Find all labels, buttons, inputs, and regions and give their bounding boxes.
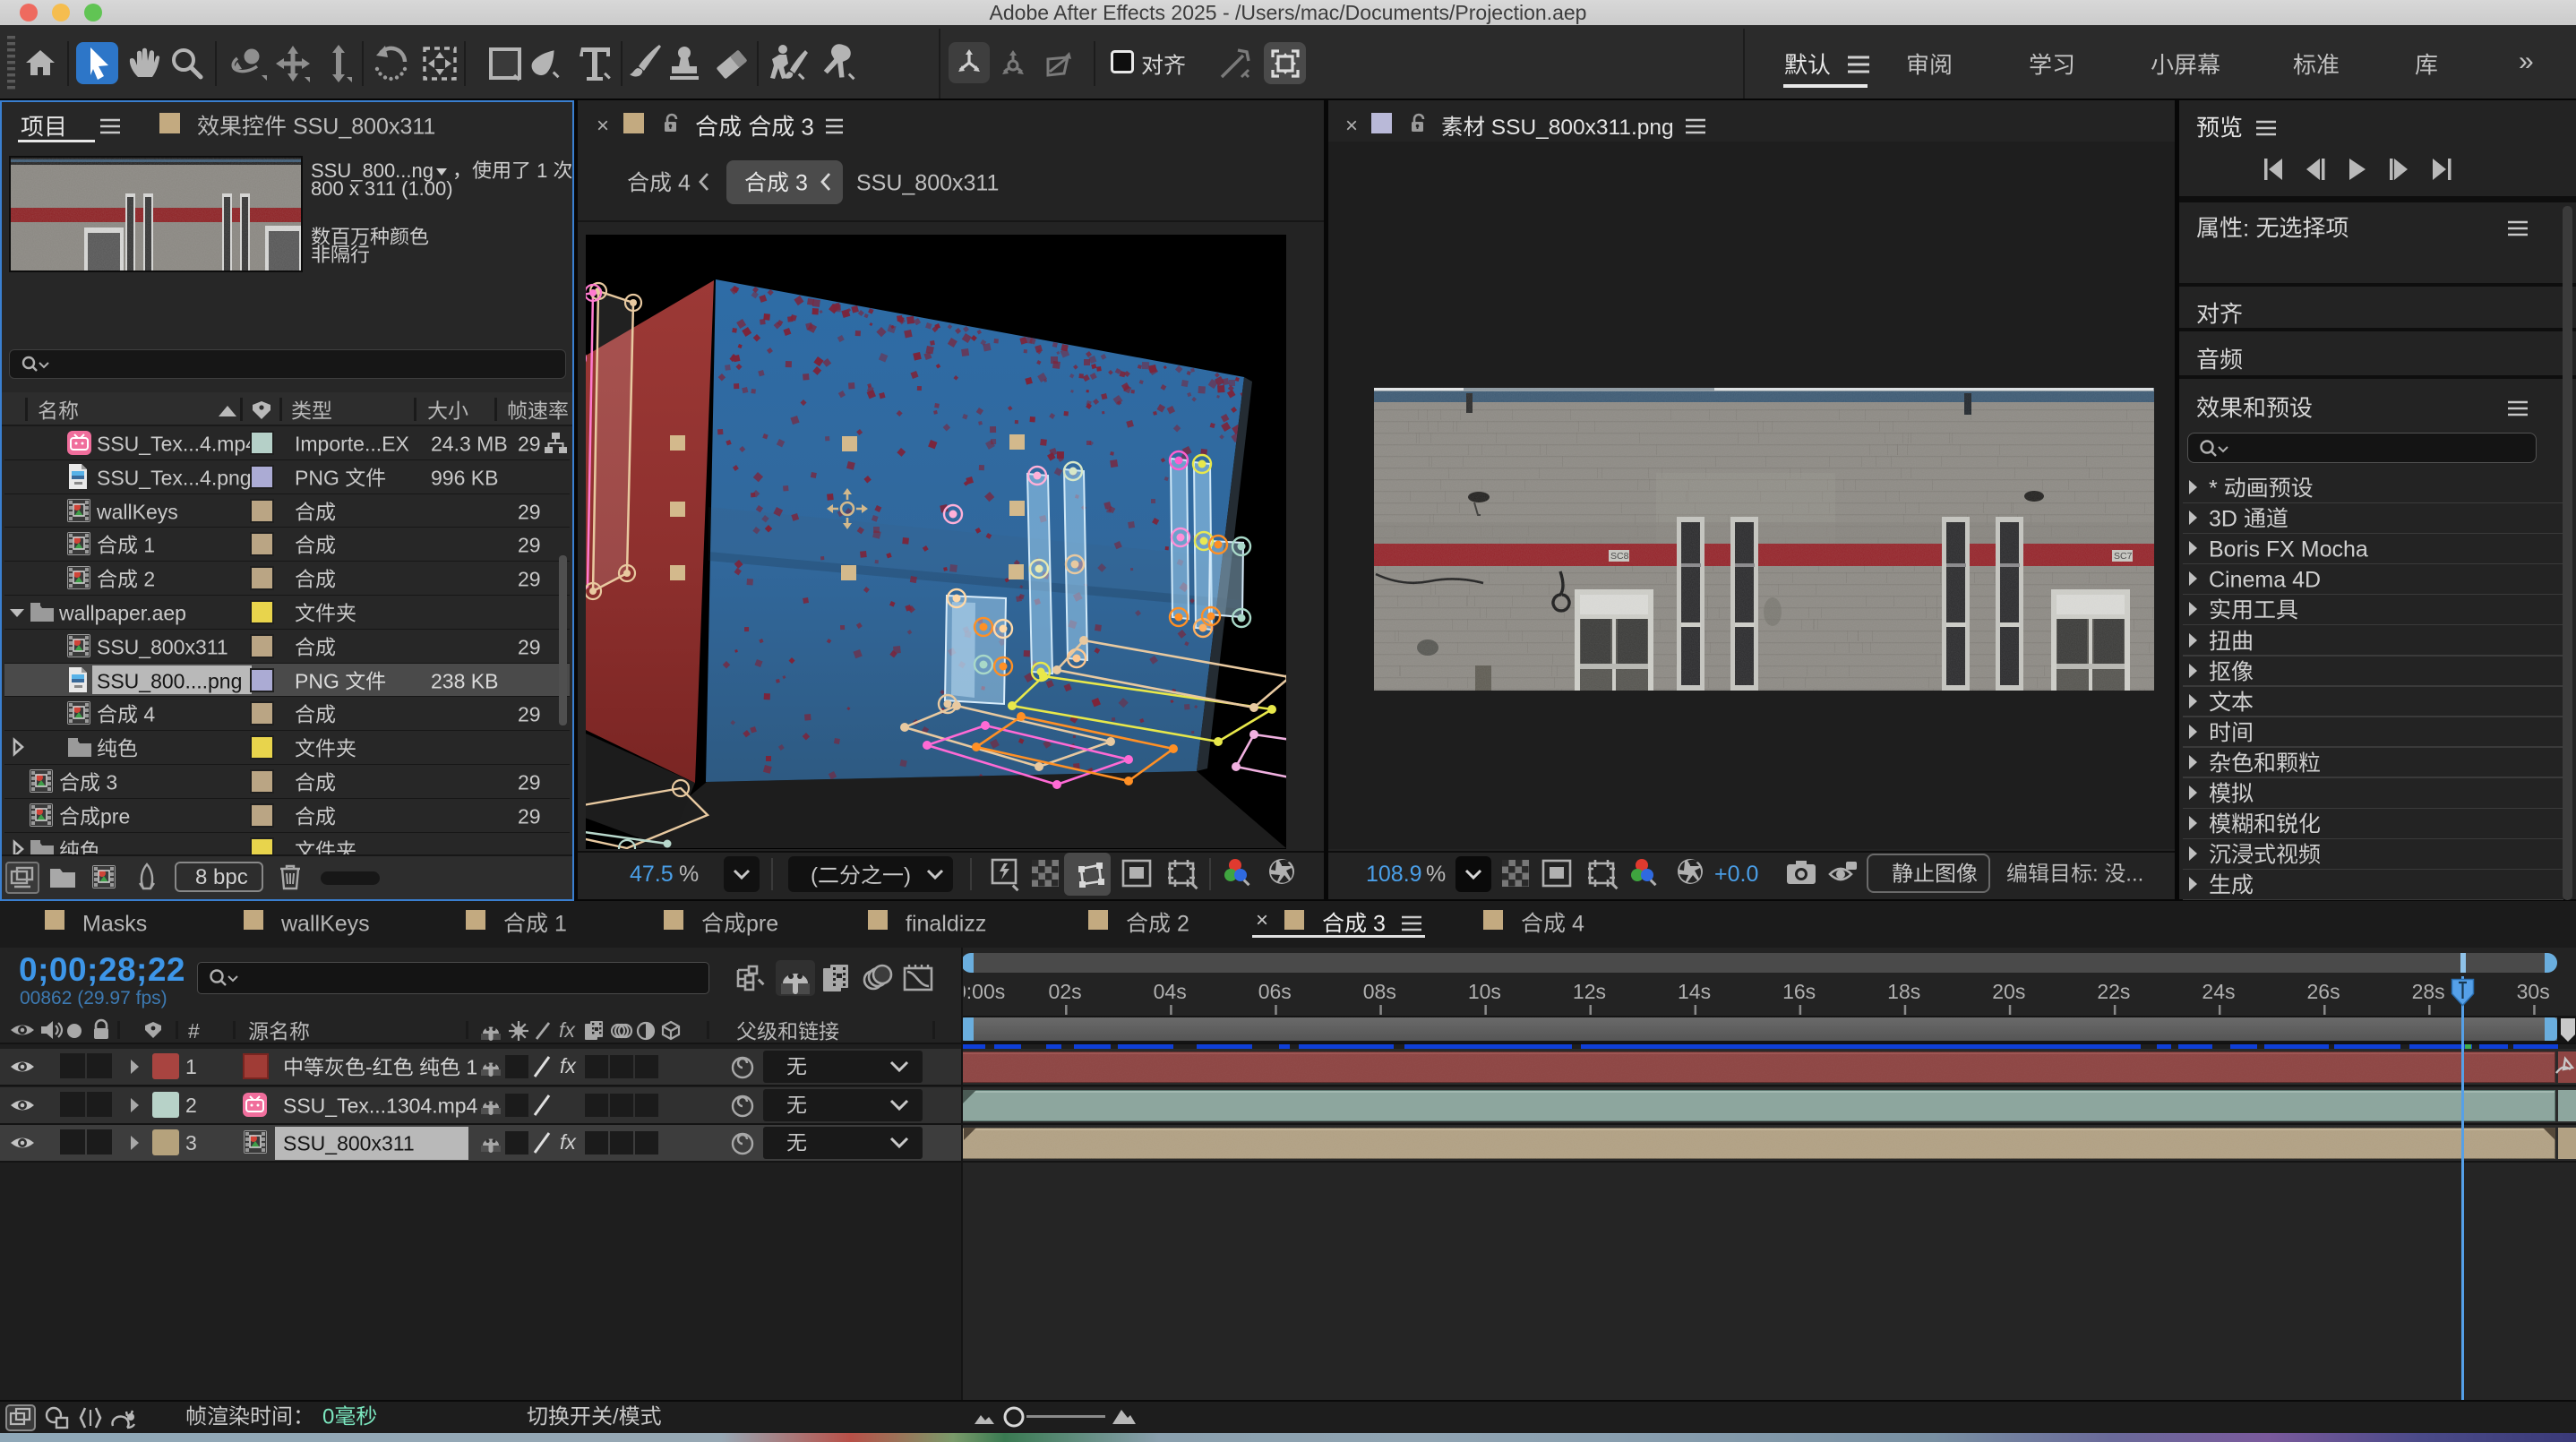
svg-text:16s: 16s xyxy=(1782,980,1816,1003)
svg-text:1: 1 xyxy=(460,1056,477,1079)
svg-text:/: / xyxy=(613,1405,619,1429)
svg-text:02s: 02s xyxy=(1049,980,1082,1003)
svg-text:20s: 20s xyxy=(1992,980,2025,1003)
svg-text:0: 0 xyxy=(322,1405,334,1429)
svg-text:SSU_Tex...1304.mp4: SSU_Tex...1304.mp4 xyxy=(283,1094,478,1118)
svg-text:18s: 18s xyxy=(1887,980,1920,1003)
svg-text:08s: 08s xyxy=(1363,980,1396,1003)
svg-text:30s: 30s xyxy=(2517,980,2550,1003)
svg-text:28s: 28s xyxy=(2412,980,2445,1003)
svg-text:SSU_800x311: SSU_800x311 xyxy=(283,1132,415,1155)
svg-text:06s: 06s xyxy=(1258,980,1292,1003)
svg-text:10s: 10s xyxy=(1468,980,1501,1003)
svg-text:24s: 24s xyxy=(2202,980,2235,1003)
svg-text:-: - xyxy=(365,1056,373,1079)
svg-text:22s: 22s xyxy=(2097,980,2130,1003)
svg-text:04s: 04s xyxy=(1154,980,1187,1003)
svg-text:26s: 26s xyxy=(2306,980,2340,1003)
svg-text:14s: 14s xyxy=(1678,980,1711,1003)
svg-text:12s: 12s xyxy=(1573,980,1606,1003)
